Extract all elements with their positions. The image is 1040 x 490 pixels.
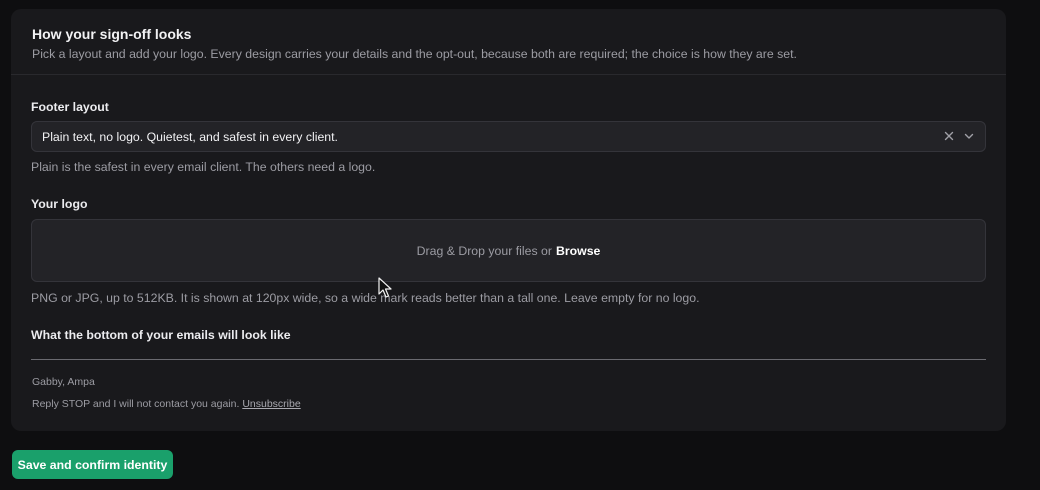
- logo-label: Your logo: [31, 197, 88, 211]
- close-icon[interactable]: [941, 128, 957, 144]
- footer-layout-select[interactable]: Plain text, no logo. Quietest, and safes…: [31, 121, 986, 152]
- footer-layout-label: Footer layout: [31, 100, 109, 114]
- unsubscribe-link[interactable]: Unsubscribe: [242, 398, 300, 410]
- signature-name: Gabby, Ampa: [32, 376, 95, 388]
- dropzone-text: Drag & Drop your files or: [416, 243, 552, 258]
- card-header: How your sign-off looks Pick a layout an…: [11, 9, 1006, 75]
- browse-link[interactable]: Browse: [556, 244, 600, 258]
- logo-dropzone[interactable]: Drag & Drop your files or Browse: [31, 219, 986, 282]
- preview-label: What the bottom of your emails will look…: [31, 328, 291, 342]
- optout-text: Reply STOP and I will not contact you ag…: [32, 398, 240, 410]
- preview-divider: [31, 359, 986, 360]
- chevron-down-icon[interactable]: [961, 128, 977, 144]
- signoff-card: How your sign-off looks Pick a layout an…: [11, 9, 1006, 431]
- footer-layout-selected-value: Plain text, no logo. Quietest, and safes…: [42, 130, 338, 144]
- footer-layout-help: Plain is the safest in every email clien…: [31, 160, 376, 174]
- card-title: How your sign-off looks: [32, 26, 192, 42]
- card-subtitle: Pick a layout and add your logo. Every d…: [32, 47, 797, 61]
- logo-help: PNG or JPG, up to 512KB. It is shown at …: [31, 291, 700, 305]
- save-confirm-identity-button[interactable]: Save and confirm identity: [12, 450, 173, 479]
- optout-line: Reply STOP and I will not contact you ag…: [32, 398, 301, 410]
